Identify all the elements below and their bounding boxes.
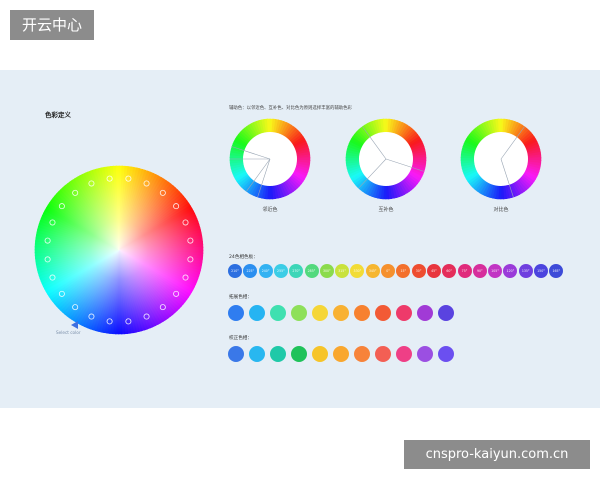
main-color-wheel[interactable] (29, 160, 209, 340)
color-swatch[interactable] (354, 346, 370, 362)
hue-chip[interactable]: 135° (518, 264, 533, 278)
hue-chip[interactable]: 315° (335, 264, 350, 278)
color-swatch[interactable] (228, 305, 244, 321)
hue-chip[interactable]: 45° (426, 264, 441, 278)
hue-chip[interactable]: 0° (381, 264, 395, 278)
hue-chip[interactable]: 75° (457, 264, 472, 278)
complementary-wheel[interactable] (345, 118, 427, 200)
hue-chip[interactable]: 210° (228, 264, 242, 278)
color-swatch[interactable] (375, 346, 391, 362)
hue-chip[interactable]: 150° (534, 264, 548, 278)
color-swatch[interactable] (249, 346, 265, 362)
color-swatch[interactable] (270, 346, 286, 362)
palette24-label: 24色相色板： (229, 255, 258, 260)
contrast-wheel[interactable] (460, 118, 542, 200)
color-swatch[interactable] (438, 305, 454, 321)
hue-chip[interactable]: 240° (258, 264, 273, 278)
color-swatch[interactable] (417, 305, 433, 321)
color-swatch[interactable] (249, 305, 265, 321)
extended-hue-label: 拓展色相： (229, 295, 252, 300)
selector-arrow-icon[interactable] (71, 321, 79, 329)
select-color-caption: Select color (56, 330, 81, 335)
harmony-wheel-segment (497, 118, 502, 133)
hue-chip[interactable]: 255° (273, 264, 288, 278)
harmony-wheel-segment (382, 118, 387, 133)
color-swatch[interactable] (375, 305, 391, 321)
hue-chip[interactable]: 105° (488, 264, 503, 278)
corrected-hue-label: 校正色相： (229, 336, 252, 341)
color-swatch[interactable] (396, 346, 412, 362)
analogous-label: 邻近色 (262, 207, 278, 213)
color-swatch[interactable] (417, 346, 433, 362)
color-swatch[interactable] (312, 305, 328, 321)
color-swatch[interactable] (291, 346, 307, 362)
watermark-bottom: cnspro-kaiyun.com.cn (404, 440, 590, 469)
watermark-top: 开云中心 (10, 10, 94, 40)
main-wheel-glow (35, 166, 203, 334)
color-swatch[interactable] (354, 305, 370, 321)
color-swatch[interactable] (270, 305, 286, 321)
hue-chip[interactable]: 300° (319, 264, 334, 278)
auxiliary-color-note: 辅助色：以邻近色、互补色、对比色为原则选择丰富的辅助色彩 (229, 106, 352, 111)
section-title: 色彩定义 (45, 111, 71, 119)
color-swatch[interactable] (438, 346, 454, 362)
contrast-label: 对比色 (493, 207, 509, 213)
color-swatch[interactable] (291, 305, 307, 321)
analogous-wheel[interactable] (229, 118, 311, 200)
color-swatch[interactable] (333, 346, 349, 362)
color-swatch[interactable] (228, 346, 244, 362)
color-swatch[interactable] (312, 346, 328, 362)
color-swatch[interactable] (333, 305, 349, 321)
harmony-wheel-segment (266, 118, 271, 133)
hue-chip[interactable]: 90° (472, 264, 487, 278)
hue-chip[interactable]: 285° (304, 264, 319, 278)
color-swatch[interactable] (396, 305, 412, 321)
complementary-label: 互补色 (378, 207, 394, 213)
hue-chip[interactable]: 345° (365, 264, 380, 278)
hue-chip[interactable]: 30° (411, 264, 426, 278)
